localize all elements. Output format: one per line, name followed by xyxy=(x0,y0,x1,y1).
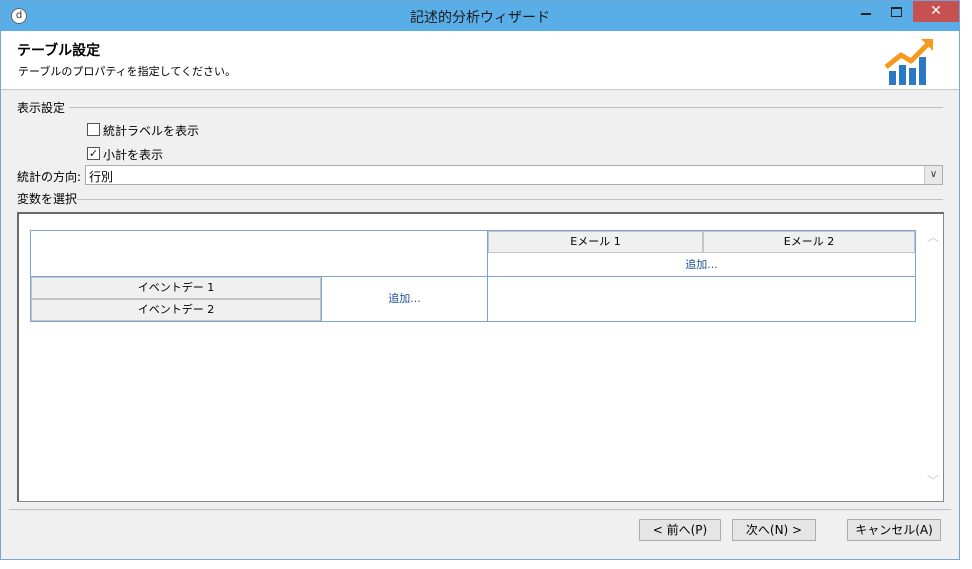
variables-label: 変数を選択 xyxy=(17,192,78,206)
scroll-down-icon[interactable]: ﹀ xyxy=(927,472,939,489)
show-stat-labels-checkbox[interactable] xyxy=(87,123,100,136)
wizard-window: d 記述的分析ウィザード ✕ テーブル設定 テーブルのプロパティを指定してくださ… xyxy=(0,0,960,560)
stat-direction-select[interactable]: 行別 ∨ xyxy=(85,165,943,185)
stat-direction-value: 行別 xyxy=(89,170,114,184)
minimize-icon xyxy=(861,13,871,15)
title-bar[interactable]: d 記述的分析ウィザード ✕ xyxy=(1,1,959,31)
add-row-link[interactable]: 追加... xyxy=(322,277,487,321)
back-button[interactable]: < 前へ(P) xyxy=(639,519,721,541)
maximize-button[interactable] xyxy=(881,1,911,23)
variables-divider xyxy=(77,199,943,200)
minimize-button[interactable] xyxy=(851,1,881,23)
maximize-icon xyxy=(891,7,902,17)
footer-divider xyxy=(9,509,951,510)
page-subtitle: テーブルのプロパティを指定してください。 xyxy=(18,65,237,78)
row-variable-1[interactable]: イベントデー 1 xyxy=(31,277,321,299)
page-title: テーブル設定 xyxy=(17,43,101,59)
column-variable-1[interactable]: Eメール 1 xyxy=(488,231,703,253)
close-icon: ✕ xyxy=(930,3,942,19)
variable-selection-panel[interactable]: Eメール 1 Eメール 2 追加... イベントデー 1 イベントデー 2 追加… xyxy=(17,212,944,502)
close-button[interactable]: ✕ xyxy=(913,1,959,22)
checkmark-icon: ✓ xyxy=(88,147,99,160)
display-settings-divider xyxy=(69,107,943,108)
wizard-header: テーブル設定 テーブルのプロパティを指定してください。 xyxy=(1,31,959,90)
scroll-up-icon[interactable]: ︿ xyxy=(927,228,939,245)
add-column-link[interactable]: 追加... xyxy=(488,253,915,276)
display-settings-label: 表示設定 xyxy=(17,101,66,115)
show-stat-labels-label[interactable]: 統計ラベルを表示 xyxy=(103,122,199,139)
cancel-button[interactable]: キャンセル(A) xyxy=(847,519,941,541)
chevron-down-icon[interactable]: ∨ xyxy=(924,166,942,184)
column-variable-2[interactable]: Eメール 2 xyxy=(703,231,915,253)
crosstab-grid: Eメール 1 Eメール 2 追加... イベントデー 1 イベントデー 2 追加… xyxy=(30,230,916,322)
show-subtotals-label[interactable]: 小計を表示 xyxy=(103,146,163,163)
chart-logo-icon xyxy=(884,39,933,85)
row-variable-2[interactable]: イベントデー 2 xyxy=(31,299,321,321)
window-title: 記述的分析ウィザード xyxy=(410,10,550,26)
next-button[interactable]: 次へ(N) > xyxy=(732,519,816,541)
stat-direction-label: 統計の方向: xyxy=(17,170,82,184)
show-subtotals-checkbox[interactable]: ✓ xyxy=(87,147,100,160)
